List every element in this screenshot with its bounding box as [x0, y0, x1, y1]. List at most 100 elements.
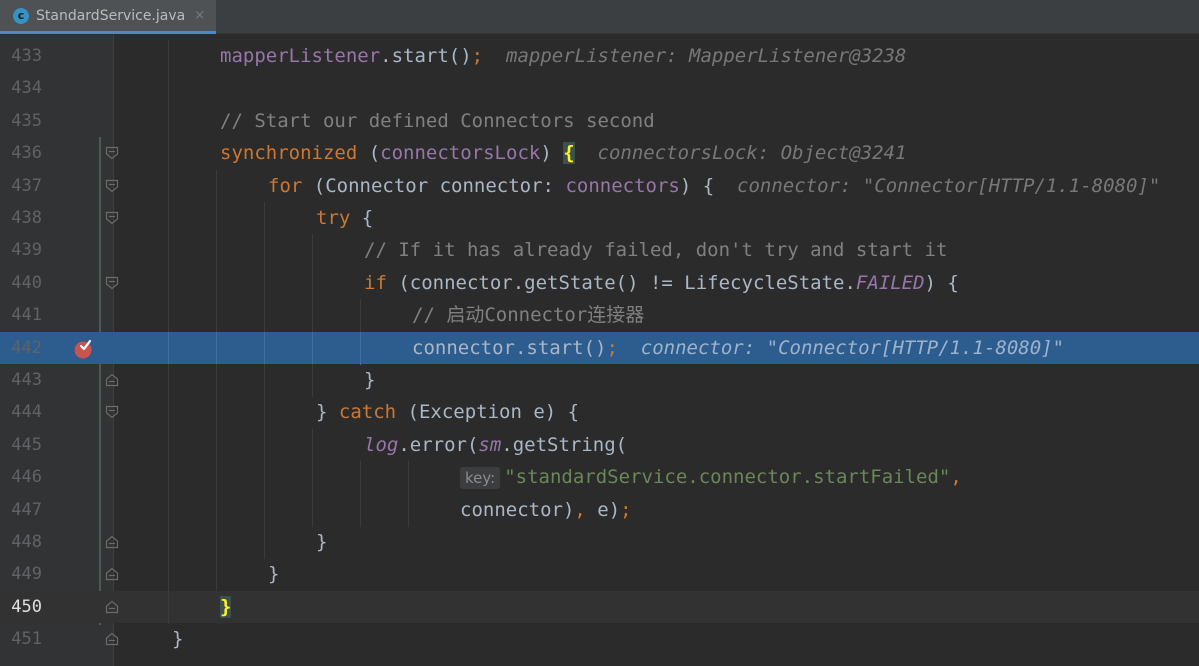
line-number[interactable]: 450 [0, 591, 42, 623]
indent-guide [216, 396, 217, 430]
code-text[interactable]: key: "standardService.connector.startFail… [460, 461, 962, 493]
code-line[interactable]: 440 if (connector.getState() != Lifecycle… [0, 266, 1199, 300]
tab-label: StandardService.java [36, 7, 186, 24]
code-text[interactable]: } [268, 558, 279, 590]
line-number[interactable]: 449 [0, 558, 42, 590]
fold-collapse-icon[interactable] [105, 276, 119, 290]
code-token: ; [471, 45, 484, 67]
line-number[interactable]: 439 [0, 234, 42, 266]
code-line[interactable]: 434 [0, 72, 1199, 106]
code-text[interactable]: log.error(sm.getString( [364, 429, 627, 461]
close-icon[interactable]: × [194, 8, 205, 23]
indent-guide [168, 104, 169, 138]
code-token: connectors [565, 174, 680, 197]
code-line[interactable]: 435 // Start our defined Connectors secon… [0, 104, 1199, 138]
code-line[interactable]: 443} [0, 364, 1199, 397]
indent-guide [168, 169, 169, 203]
indent-guide [312, 364, 313, 397]
code-text[interactable]: // If it has already failed, don't try a… [364, 234, 947, 266]
code-line[interactable]: 439 // If it has already failed, don't tr… [0, 234, 1199, 268]
code-text[interactable]: try { [316, 202, 373, 234]
line-number[interactable]: 435 [0, 105, 42, 137]
indent-guide [216, 299, 217, 333]
code-line[interactable]: 446 key: "standardService.connector.startF… [0, 461, 1199, 495]
code-editor[interactable]: 433 mapperListener.start(); mapperListene… [0, 35, 1199, 666]
code-line[interactable]: 451} [0, 623, 1199, 655]
code-text[interactable]: mapperListener.start(); mapperListener: … [220, 40, 906, 72]
line-number[interactable]: 451 [0, 623, 42, 655]
line-number[interactable]: 443 [0, 364, 42, 396]
code-text[interactable]: } [364, 364, 375, 396]
code-token: } [268, 563, 280, 586]
fold-collapse-icon[interactable] [105, 179, 119, 193]
code-line[interactable]: 444 } catch (Exception e) { [0, 396, 1199, 430]
line-number[interactable]: 442 [0, 332, 42, 364]
code-text[interactable]: } [172, 623, 183, 655]
indent-guide [216, 558, 217, 592]
code-text[interactable]: synchronized (connectorsLock) { connecto… [220, 137, 906, 169]
fold-end-icon[interactable] [105, 600, 119, 614]
indent-guide [216, 364, 217, 397]
execution-point-line[interactable]: 442 connector.start(); connector: "Connec… [0, 331, 1199, 365]
code-token: .getString( [501, 433, 628, 456]
code-text[interactable]: } [220, 591, 232, 623]
indent-guide [168, 72, 169, 106]
fold-end-icon[interactable] [105, 567, 119, 581]
indent-guide [216, 169, 217, 203]
code-token: connector.start() [412, 336, 607, 359]
breakpoint-icon[interactable] [73, 339, 94, 360]
code-line[interactable]: 447 connector), e); [0, 493, 1199, 527]
line-number[interactable]: 437 [0, 170, 42, 202]
code-token: sm [478, 433, 502, 456]
code-text[interactable]: for (Connector connector: connectors) { … [268, 170, 1160, 202]
line-number[interactable]: 436 [0, 137, 42, 169]
indent-guide [264, 266, 265, 300]
fold-collapse-icon[interactable] [105, 146, 119, 160]
code-text[interactable]: // Start our defined Connectors second [220, 105, 655, 137]
line-number[interactable]: 433 [0, 40, 42, 72]
code-text[interactable]: // 启动Connector连接器 [412, 299, 644, 331]
line-number[interactable]: 434 [0, 72, 42, 104]
code-line[interactable]: 445 log.error(sm.getString( [0, 428, 1199, 462]
line-number[interactable]: 444 [0, 396, 42, 428]
line-number[interactable]: 448 [0, 526, 42, 558]
code-text[interactable]: } [316, 526, 327, 558]
code-text[interactable]: connector.start(); connector: "Connector… [412, 332, 1064, 364]
fold-end-icon[interactable] [105, 535, 119, 549]
code-line[interactable]: 433 mapperListener.start(); mapperListene… [0, 40, 1199, 73]
tab-standardservice-java[interactable]: c StandardService.java × [0, 0, 216, 34]
indent-guide [168, 558, 169, 592]
code-text[interactable]: } catch (Exception e) { [316, 396, 579, 428]
matched-brace: } [220, 595, 232, 618]
code-line[interactable]: 450} [0, 590, 1199, 624]
fold-end-icon[interactable] [105, 632, 119, 646]
code-line[interactable]: 437 for (Connector connector: connectors)… [0, 169, 1199, 203]
line-number[interactable]: 447 [0, 494, 42, 526]
indent-guide [168, 461, 169, 495]
indent-guide [216, 202, 217, 235]
code-line[interactable]: 441 // 启动Connector连接器 [0, 299, 1199, 333]
indent-guide [168, 299, 169, 333]
code-line[interactable]: 449} [0, 558, 1199, 592]
code-token: synchronized [220, 142, 358, 165]
code-token: ) [540, 142, 564, 165]
line-number[interactable]: 440 [0, 267, 42, 299]
code-text[interactable]: connector), e); [460, 494, 632, 526]
fold-collapse-icon[interactable] [105, 405, 119, 419]
fold-end-icon[interactable] [105, 373, 119, 387]
code-line[interactable]: 436 synchronized (connectorsLock) { conne… [0, 137, 1199, 171]
code-line[interactable]: 438 try { [0, 202, 1199, 235]
indent-guide [264, 364, 265, 397]
code-text[interactable]: if (connector.getState() != LifecycleSta… [364, 267, 959, 299]
line-number[interactable]: 441 [0, 299, 42, 331]
code-token: e) [585, 498, 621, 521]
indent-guide [312, 331, 313, 365]
code-line[interactable]: 448} [0, 526, 1199, 559]
indent-guide [168, 331, 169, 365]
indent-guide [168, 234, 169, 268]
code-token: { [350, 207, 374, 229]
line-number[interactable]: 438 [0, 202, 42, 234]
line-number[interactable]: 446 [0, 461, 42, 493]
fold-collapse-icon[interactable] [105, 211, 119, 225]
line-number[interactable]: 445 [0, 429, 42, 461]
